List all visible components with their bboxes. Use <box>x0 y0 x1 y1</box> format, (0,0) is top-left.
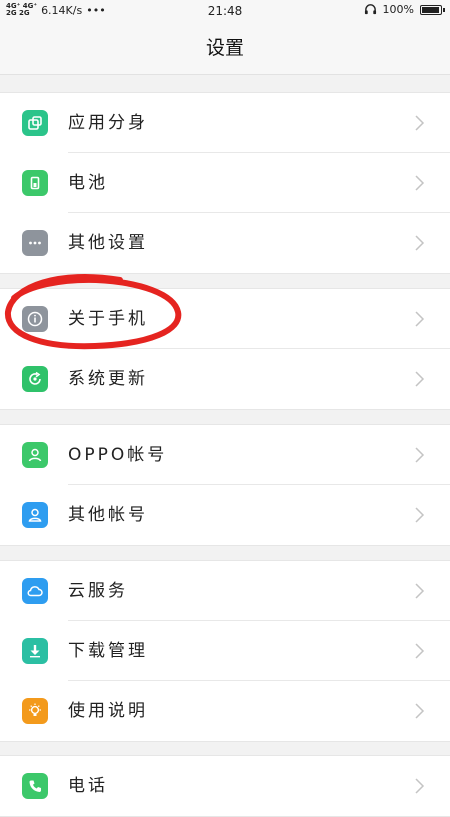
settings-item-label: 使用说明 <box>68 701 148 721</box>
settings-item-label: 云服务 <box>68 581 128 601</box>
settings-item-label: 系统更新 <box>68 369 148 389</box>
settings-item-battery[interactable]: 电池 <box>0 153 450 213</box>
chevron-right-icon <box>415 643 425 659</box>
settings-item-label: 关于手机 <box>68 309 148 329</box>
settings-item-bulb[interactable]: 使用说明 <box>0 681 450 741</box>
settings-group: 关于手机 系统更新 <box>0 288 450 410</box>
chevron-right-icon <box>415 371 425 387</box>
chevron-right-icon <box>415 311 425 327</box>
settings-item-download[interactable]: 下载管理 <box>0 621 450 681</box>
cloud-icon <box>22 578 48 604</box>
settings-item-app-clone[interactable]: 应用分身 <box>0 93 450 153</box>
settings-item-label: 下载管理 <box>68 641 148 661</box>
user-icon <box>22 442 48 468</box>
update-icon <box>22 366 48 392</box>
chevron-right-icon <box>415 583 425 599</box>
download-icon <box>22 638 48 664</box>
chevron-right-icon <box>415 447 425 463</box>
settings-item-label: 电话 <box>68 776 108 796</box>
page-title: 设置 <box>0 22 450 75</box>
battery-percent: 100% <box>382 3 414 16</box>
battery-icon <box>420 4 445 15</box>
chevron-right-icon <box>415 115 425 131</box>
settings-item-update[interactable]: 系统更新 <box>0 349 450 409</box>
settings-group: 云服务下载管理使用说明 <box>0 560 450 742</box>
chevron-right-icon <box>415 235 425 251</box>
settings-item-label: 其他帐号 <box>68 505 148 525</box>
chevron-right-icon <box>415 778 425 794</box>
battery-fill <box>422 6 439 13</box>
chevron-right-icon <box>415 507 425 523</box>
chevron-right-icon <box>415 175 425 191</box>
settings-group: OPPO帐号 其他帐号 <box>0 424 450 546</box>
settings-group: 应用分身电池其他设置 <box>0 92 450 274</box>
battery-icon <box>22 170 48 196</box>
settings-item-user[interactable]: OPPO帐号 <box>0 425 450 485</box>
settings-item-info[interactable]: 关于手机 <box>0 289 450 349</box>
app-clone-icon <box>22 110 48 136</box>
settings-item-label: 电池 <box>68 173 108 193</box>
settings-item-cloud[interactable]: 云服务 <box>0 561 450 621</box>
settings-item-label: OPPO帐号 <box>68 445 168 465</box>
settings-group: 电话 <box>0 755 450 817</box>
bulb-icon <box>22 698 48 724</box>
settings-item-person[interactable]: 其他帐号 <box>0 485 450 545</box>
settings-item-label: 应用分身 <box>68 113 148 133</box>
settings-item-label: 其他设置 <box>68 233 148 253</box>
person-icon <box>22 502 48 528</box>
info-icon <box>22 306 48 332</box>
settings-item-more[interactable]: 其他设置 <box>0 213 450 273</box>
headset-icon <box>364 4 376 15</box>
settings-item-phone[interactable]: 电话 <box>0 756 450 816</box>
status-bar: 4G⁺ 4G⁺ 2G 2G 6.14K/s ••• 21:48 100% <box>0 0 450 22</box>
more-icon <box>22 230 48 256</box>
chevron-right-icon <box>415 703 425 719</box>
phone-icon <box>22 773 48 799</box>
